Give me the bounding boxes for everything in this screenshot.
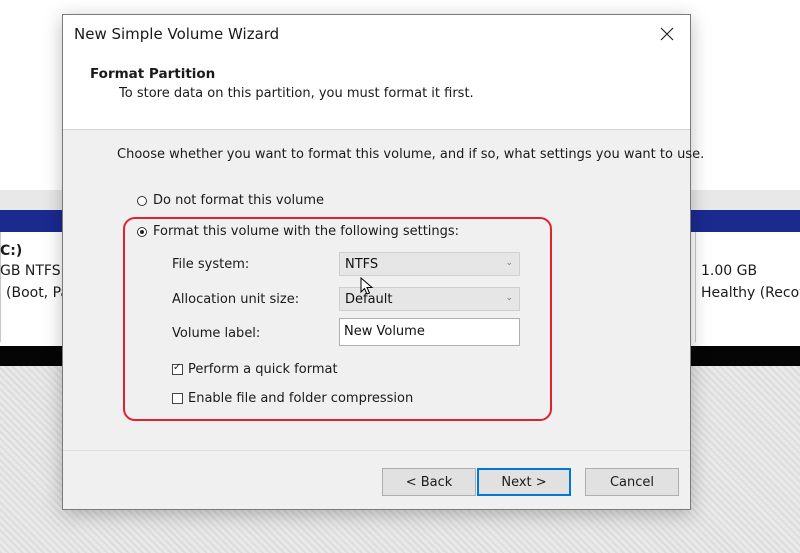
mouse-cursor-icon <box>360 277 374 295</box>
wizard-header: Format Partition To store data on this p… <box>63 53 690 130</box>
highlight-outline <box>123 217 552 421</box>
instruction-text: Choose whether you want to format this v… <box>117 147 705 162</box>
new-simple-volume-wizard: New Simple Volume Wizard Format Partitio… <box>62 14 704 510</box>
right-volume-status: Healthy (Recov <box>701 285 800 301</box>
left-volume-size: GB NTFS <box>0 263 61 279</box>
left-volume-label: C:) <box>0 243 23 259</box>
close-button[interactable] <box>644 15 690 53</box>
next-button[interactable]: Next > <box>477 468 571 496</box>
radio-do-not-format[interactable]: Do not format this volume <box>137 193 324 208</box>
back-button[interactable]: < Back <box>382 468 476 496</box>
left-volume-status: (Boot, Pa <box>6 285 69 301</box>
cancel-button[interactable]: Cancel <box>585 468 679 496</box>
page-title: Format Partition <box>90 66 216 82</box>
right-volume-size: 1.00 GB <box>701 263 758 279</box>
close-icon <box>660 27 674 41</box>
page-subtitle: To store data on this partition, you mus… <box>119 86 474 101</box>
radio-do-not-format-label: Do not format this volume <box>153 193 325 208</box>
footer-separator <box>63 450 690 451</box>
window-title: New Simple Volume Wizard <box>74 25 280 43</box>
title-bar: New Simple Volume Wizard <box>63 15 690 53</box>
radio-indicator[interactable] <box>137 195 147 206</box>
